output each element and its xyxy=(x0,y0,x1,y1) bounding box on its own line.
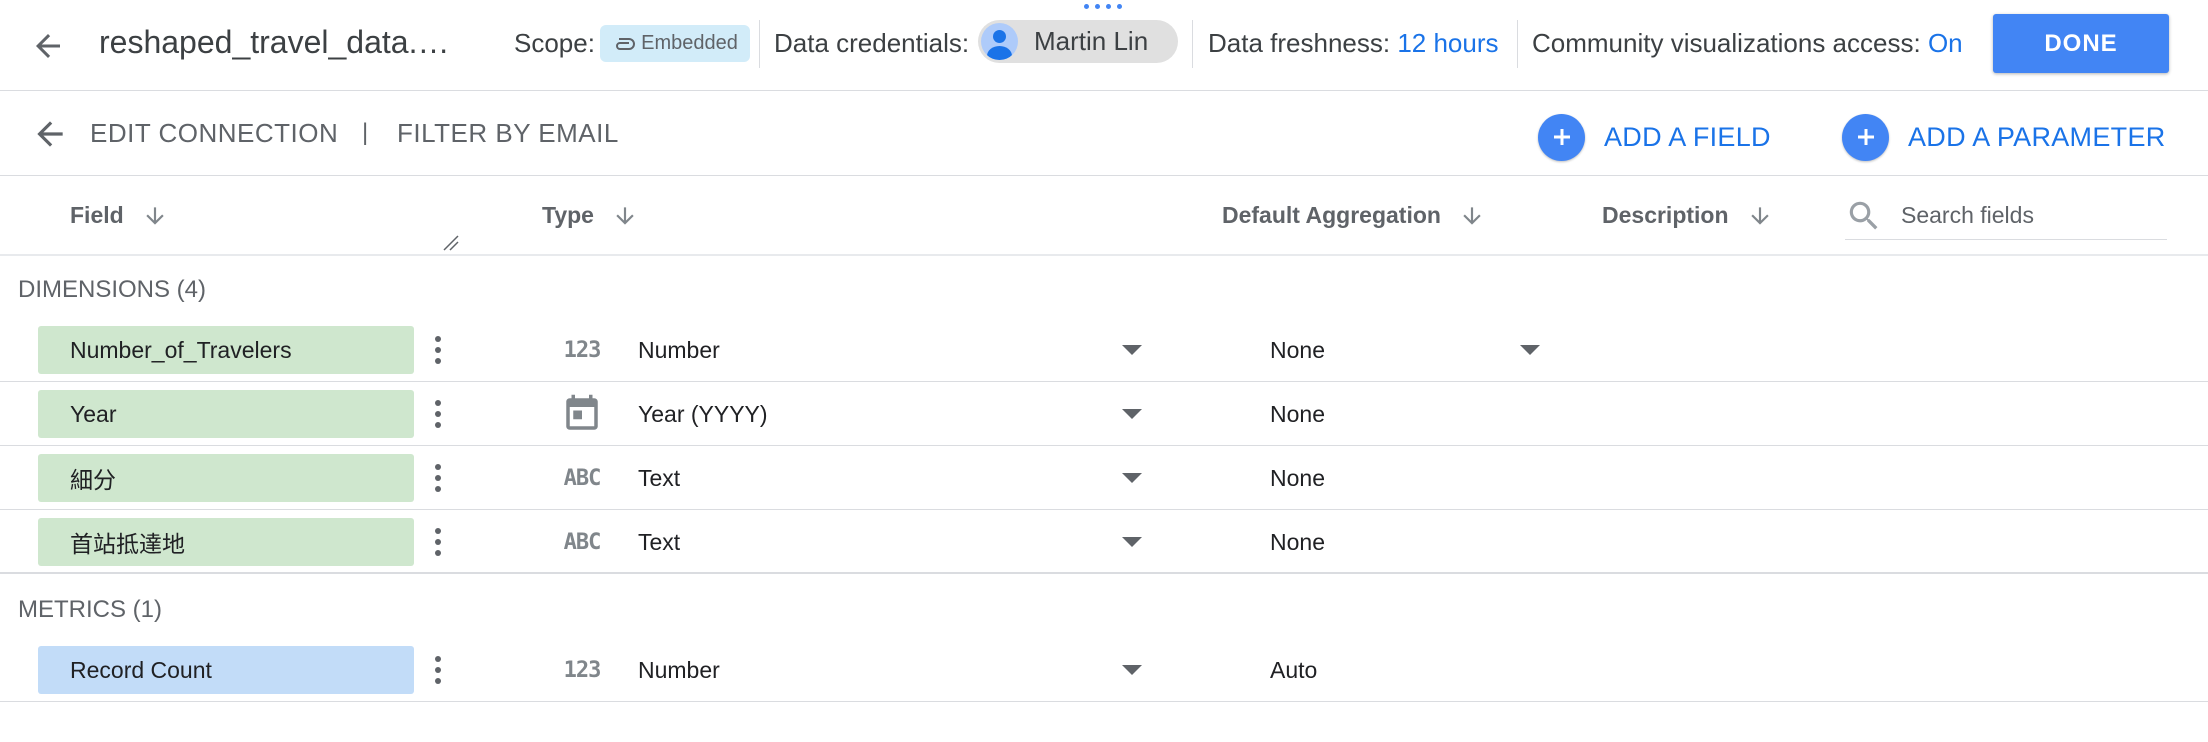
scope-label: Scope: xyxy=(514,28,595,58)
divider xyxy=(759,20,760,68)
table-row: 細分 ABC Text None xyxy=(0,446,2208,510)
drag-handle-icon[interactable] xyxy=(1084,4,1122,9)
text-type-icon: ABC xyxy=(563,529,602,555)
field-name-pill[interactable]: Record Count xyxy=(38,646,414,694)
type-dropdown[interactable]: Text xyxy=(638,520,1148,564)
separator: | xyxy=(362,119,369,146)
more-vert-icon[interactable] xyxy=(424,394,452,434)
more-vert-icon[interactable] xyxy=(424,458,452,498)
column-header-type-label: Type xyxy=(542,202,594,228)
column-header-description-label: Description xyxy=(1602,202,1729,228)
community-access-value[interactable]: On xyxy=(1928,28,1963,58)
credentials-label: Data credentials: xyxy=(774,28,970,58)
credentials-chip[interactable]: Martin Lin xyxy=(978,20,1178,63)
plus-icon xyxy=(1842,113,1889,161)
column-header-field-label: Field xyxy=(70,202,124,228)
done-button[interactable]: DONE xyxy=(1993,14,2169,73)
field-name-pill[interactable]: 細分 xyxy=(38,454,414,502)
dropdown-arrow-icon xyxy=(1122,345,1142,355)
type-dropdown[interactable]: Year (YYYY) xyxy=(638,392,1148,436)
type-value: Number xyxy=(638,336,720,363)
type-dropdown[interactable]: Text xyxy=(638,456,1148,500)
aggregation-cell: Auto xyxy=(1270,648,1540,692)
number-type-icon: 123 xyxy=(563,657,602,683)
type-dropdown[interactable]: Number xyxy=(638,328,1148,372)
search-icon xyxy=(1849,201,1878,229)
column-header-type[interactable]: Type xyxy=(542,202,638,229)
column-header: Field Type Default Aggregation Descripti… xyxy=(0,176,2208,256)
avatar xyxy=(981,23,1018,60)
sort-arrow-icon xyxy=(1750,206,1769,225)
table-row: Number_of_Travelers 123 Number None xyxy=(0,318,2208,382)
scope-chip[interactable]: Embedded xyxy=(600,25,750,62)
community-access[interactable]: Community visualizations access: On xyxy=(1532,28,1963,59)
column-resize-icon[interactable] xyxy=(442,234,460,252)
search-box xyxy=(1845,192,2167,240)
divider xyxy=(1192,20,1193,68)
community-access-label: Community visualizations access: xyxy=(1532,28,1921,58)
link-icon xyxy=(616,37,636,50)
aggregation-cell: None xyxy=(1270,520,1540,564)
type-value: Text xyxy=(638,464,681,491)
aggregation-value: None xyxy=(1270,464,1325,491)
column-header-aggregation-label: Default Aggregation xyxy=(1222,202,1441,228)
aggregation-value: None xyxy=(1270,336,1325,363)
field-name-pill[interactable]: Number_of_Travelers xyxy=(38,326,414,374)
type-value: Text xyxy=(638,528,681,555)
metrics-section-title: METRICS (1) xyxy=(18,596,162,623)
add-parameter-label: ADD A PARAMETER xyxy=(1908,121,2166,152)
add-field-label: ADD A FIELD xyxy=(1604,121,1771,152)
scope-value: Embedded xyxy=(641,32,738,54)
type-value: Year (YYYY) xyxy=(638,400,768,427)
column-header-aggregation[interactable]: Default Aggregation xyxy=(1222,202,1485,229)
freshness-value[interactable]: 12 hours xyxy=(1397,28,1498,58)
add-field-button[interactable]: ADD A FIELD xyxy=(1538,112,1771,162)
sort-arrow-icon xyxy=(146,206,164,225)
dropdown-arrow-icon xyxy=(1122,665,1142,675)
table-row: Year Year (YYYY) None xyxy=(0,382,2208,446)
number-type-icon: 123 xyxy=(563,337,602,363)
sort-arrow-icon xyxy=(1463,206,1481,225)
aggregation-cell: None xyxy=(1270,456,1540,500)
more-vert-icon[interactable] xyxy=(424,650,452,690)
credentials-user: Martin Lin xyxy=(1034,26,1149,56)
field-name-pill[interactable]: Year xyxy=(38,390,414,438)
field-name-pill[interactable]: 首站抵達地 xyxy=(38,518,414,566)
sort-arrow-icon xyxy=(616,206,634,225)
dropdown-arrow-icon xyxy=(1520,345,1540,355)
aggregation-dropdown[interactable]: None xyxy=(1270,328,1540,372)
dropdown-arrow-icon xyxy=(1122,473,1142,483)
table-row: Record Count 123 Number Auto xyxy=(0,638,2208,702)
freshness-label-text: Data freshness: xyxy=(1208,28,1391,58)
calendar-icon xyxy=(558,394,606,430)
dropdown-arrow-icon xyxy=(1122,409,1142,419)
back-arrow-icon[interactable] xyxy=(26,110,74,158)
top-bar: reshaped_travel_data.c... Scope: Embedde… xyxy=(0,0,2208,91)
type-dropdown[interactable]: Number xyxy=(638,648,1148,692)
text-type-icon: ABC xyxy=(563,465,602,491)
freshness-label[interactable]: Data freshness: 12 hours xyxy=(1208,28,1499,59)
filter-by-email-link[interactable]: FILTER BY EMAIL xyxy=(397,118,619,149)
data-source-title[interactable]: reshaped_travel_data.c... xyxy=(99,24,459,61)
edit-connection-link[interactable]: EDIT CONNECTION xyxy=(90,118,338,149)
table-row: 首站抵達地 ABC Text None xyxy=(0,510,2208,574)
plus-icon xyxy=(1538,113,1585,161)
more-vert-icon[interactable] xyxy=(424,330,452,370)
back-arrow-icon[interactable] xyxy=(24,22,72,70)
aggregation-value: None xyxy=(1270,400,1325,427)
more-vert-icon[interactable] xyxy=(424,522,452,562)
add-parameter-button[interactable]: ADD A PARAMETER xyxy=(1842,112,2166,162)
column-header-description[interactable]: Description xyxy=(1602,202,1773,229)
aggregation-cell: None xyxy=(1270,392,1540,436)
aggregation-value: None xyxy=(1270,528,1325,555)
connection-toolbar: EDIT CONNECTION | FILTER BY EMAIL ADD A … xyxy=(0,92,2208,176)
type-value: Number xyxy=(638,656,720,683)
aggregation-value: Auto xyxy=(1270,656,1318,683)
column-header-field[interactable]: Field xyxy=(70,202,168,229)
divider xyxy=(1517,20,1518,68)
dimensions-section-title: DIMENSIONS (4) xyxy=(18,276,207,303)
dropdown-arrow-icon xyxy=(1122,537,1142,547)
search-input[interactable] xyxy=(1901,202,2151,229)
